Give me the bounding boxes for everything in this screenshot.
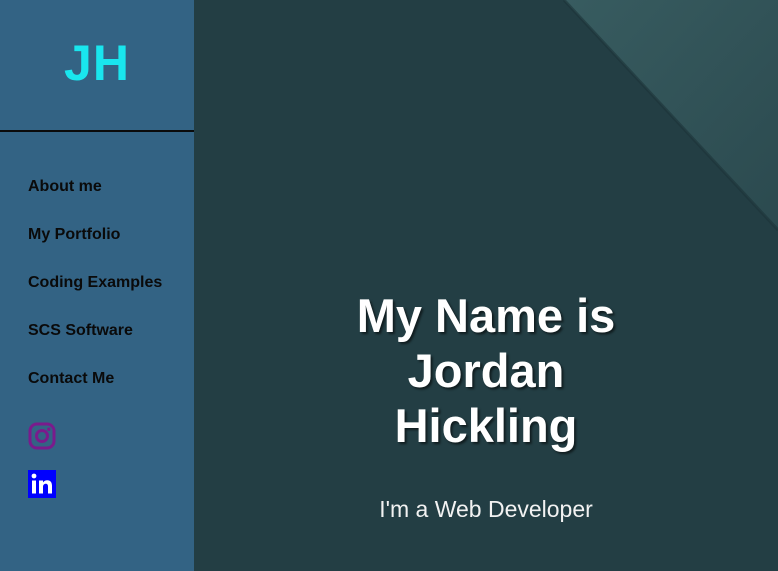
nav-item-coding-examples: Coding Examples	[28, 272, 162, 320]
hero-subtitle: I'm a Web Developer	[379, 496, 593, 522]
page: JH About me My Portfolio Coding Examples…	[0, 0, 778, 571]
instagram-icon[interactable]	[28, 422, 56, 450]
nav-item-about: About me	[28, 176, 162, 224]
hero-content: My Name is Jordan Hickling I'm a Web Dev…	[194, 288, 778, 523]
nav-link-scs-software[interactable]: SCS Software	[28, 322, 133, 339]
nav-item-contact: Contact Me	[28, 368, 162, 416]
sidebar-nav: About me My Portfolio Coding Examples SC…	[28, 176, 162, 416]
nav-link-contact[interactable]: Contact Me	[28, 370, 114, 387]
hero-title: My Name is Jordan Hickling	[356, 289, 616, 452]
sidebar: JH About me My Portfolio Coding Examples…	[0, 0, 194, 571]
nav-link-portfolio[interactable]: My Portfolio	[28, 226, 120, 243]
nav-link-about[interactable]: About me	[28, 178, 102, 195]
logo-container: JH	[0, 0, 194, 132]
hero-section: My Name is Jordan Hickling I'm a Web Dev…	[194, 0, 778, 571]
logo[interactable]: JH	[64, 34, 130, 92]
nav-item-portfolio: My Portfolio	[28, 224, 162, 272]
nav-link-coding-examples[interactable]: Coding Examples	[28, 274, 162, 291]
linkedin-icon[interactable]	[28, 470, 56, 498]
nav-item-scs-software: SCS Software	[28, 320, 162, 368]
social-links	[28, 422, 56, 518]
